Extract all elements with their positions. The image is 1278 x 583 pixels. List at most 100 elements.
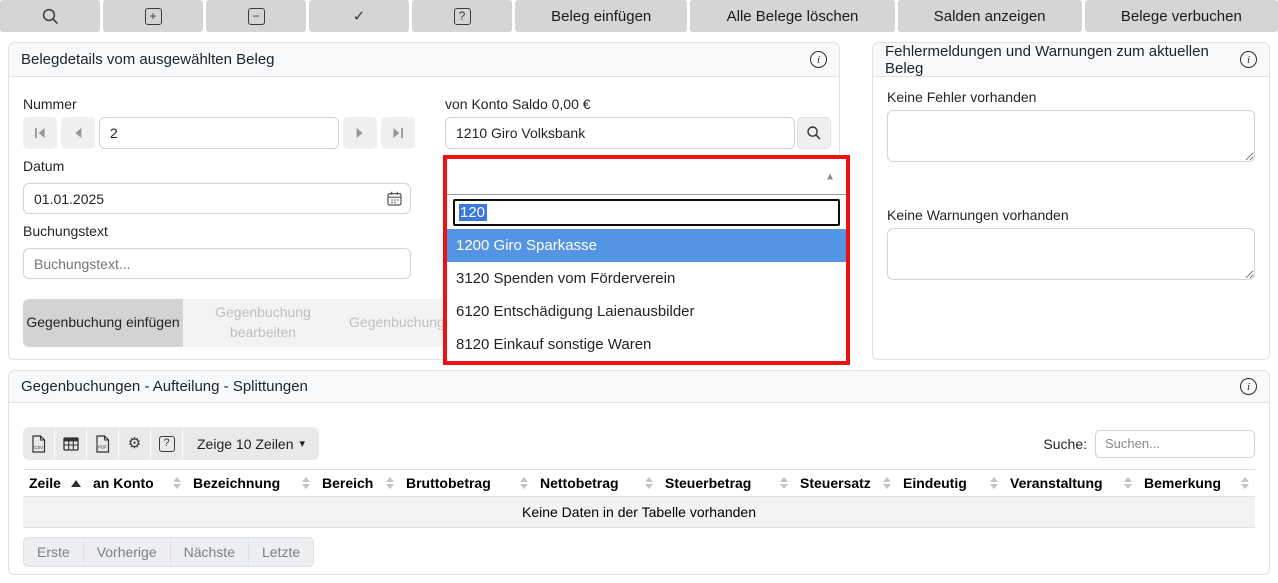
konto-option-6120[interactable]: 6120 Entschädigung Laienausbilder [447,295,846,328]
no-warnings-label: Keine Warnungen vorhanden [887,207,1255,223]
gegenbuchungen-header: Gegenbuchungen - Aufteilung - Splittunge… [9,371,1269,403]
caret-down-icon: ▾ [300,437,306,450]
konto-search-button[interactable] [797,117,831,149]
sort-icon [1241,477,1249,489]
search-icon [806,125,822,141]
konto-dropdown-collapsed-select[interactable]: ▲ [447,159,846,195]
sort-icon [386,477,394,489]
column-header-an-konto[interactable]: an Konto [87,470,187,497]
konto-option-8120[interactable]: 8120 Einkauf sonstige Waren [447,328,846,361]
remove-beleg-toolbar-button[interactable]: − [206,0,306,32]
column-header-bereich[interactable]: Bereich [316,470,400,497]
export-csv-button[interactable]: CSV [23,427,55,460]
beleg-number-input[interactable] [99,117,339,149]
konto-input[interactable] [445,117,795,149]
table-view-button[interactable] [55,427,87,460]
gegenbuchungen-table: Zeile an Konto Bezeichnung Bereich Brutt… [23,469,1255,528]
salden-anzeigen-button[interactable]: Salden anzeigen [898,0,1082,32]
table-search-input[interactable] [1095,430,1255,458]
svg-text:CSV: CSV [34,445,43,450]
sort-icon [302,477,310,489]
buchungstext-input[interactable] [23,248,411,279]
konto-option-3120[interactable]: 3120 Spenden vom Förderverein [447,262,846,295]
check-toolbar-button[interactable]: ✓ [309,0,409,32]
add-beleg-toolbar-button[interactable]: + [103,0,203,32]
last-beleg-button[interactable] [381,117,415,149]
check-icon: ✓ [353,7,366,25]
gegenbuchung-bearbeiten-button: Gegenbuchung bearbeiten [183,299,343,347]
caret-up-icon: ▲ [825,171,835,182]
sort-icon [173,477,181,489]
help-toolbar-button[interactable]: ? [412,0,512,32]
sort-asc-icon [71,480,81,487]
rows-per-page-dropdown[interactable]: Zeige 10 Zeilen ▾ [183,427,319,460]
column-header-steuerbetrag[interactable]: Steuerbetrag [659,470,794,497]
column-header-bruttobetrag[interactable]: Bruttobetrag [400,470,534,497]
column-header-steuersatz[interactable]: Steuersatz [794,470,897,497]
column-header-eindeutig[interactable]: Eindeutig [897,470,1004,497]
gegenbuchung-einfuegen-button[interactable]: Gegenbuchung einfügen [23,299,183,347]
plus-box-icon: + [145,8,162,25]
table-header-row: Zeile an Konto Bezeichnung Bereich Brutt… [23,470,1255,497]
next-beleg-button[interactable] [343,117,377,149]
info-icon[interactable]: i [1240,378,1257,395]
pagination-next-button[interactable]: Nächste [170,537,249,567]
column-header-nettobetrag[interactable]: Nettobetrag [534,470,659,497]
calendar-icon[interactable] [387,191,402,206]
belegdetails-header: Belegdetails vom ausgewählten Beleg i [9,43,839,77]
errors-textarea[interactable] [887,110,1255,162]
info-icon[interactable]: i [1240,51,1257,68]
konto-option-1200[interactable]: 1200 Giro Sparkasse [447,229,846,262]
table-pagination: Erste Vorherige Nächste Letzte [23,537,1255,567]
gear-icon: ⚙ [128,436,141,451]
sort-icon [780,477,788,489]
datum-input[interactable] [23,183,411,214]
search-toolbar-button[interactable] [0,0,100,32]
konto-saldo-label: von Konto Saldo 0,00 € [445,96,831,112]
last-icon [392,127,404,139]
pagination-last-button[interactable]: Letzte [248,537,314,567]
filter-selected-text: 120 [459,204,487,221]
beleg-number-navigator [23,117,417,149]
table-settings-button[interactable]: ⚙ [119,427,151,460]
sort-icon [1124,477,1132,489]
sort-icon [645,477,653,489]
pagination-first-button[interactable]: Erste [23,537,84,567]
messages-header: Fehlermeldungen und Warnungen zum aktuel… [873,43,1269,77]
search-icon [41,7,60,26]
konto-dropdown-filter-input[interactable]: 120 [453,199,840,226]
sort-icon [990,477,998,489]
pagination-previous-button[interactable]: Vorherige [83,537,171,567]
beleg-einfuegen-button[interactable]: Beleg einfügen [515,0,687,32]
next-icon [354,127,366,139]
export-pdf-button[interactable]: PDF [87,427,119,460]
svg-text:PDF: PDF [98,444,107,449]
main-toolbar: + − ✓ ? Beleg einfügen Alle Belege lösch… [0,0,1278,32]
no-errors-label: Keine Fehler vorhanden [887,89,1255,105]
column-header-bemerkung[interactable]: Bemerkung [1138,470,1255,497]
previous-beleg-button[interactable] [61,117,95,149]
table-search-label: Suche: [1043,436,1087,452]
belege-verbuchen-button[interactable]: Belege verbuchen [1085,0,1278,32]
column-header-veranstaltung[interactable]: Veranstaltung [1004,470,1138,497]
previous-icon [72,127,84,139]
app-root: + − ✓ ? Beleg einfügen Alle Belege lösch… [0,0,1278,583]
alle-belege-loeschen-button[interactable]: Alle Belege löschen [690,0,894,32]
gegenbuchungen-title: Gegenbuchungen - Aufteilung - Splittunge… [21,378,308,395]
konto-option-list: 1200 Giro Sparkasse 3120 Spenden vom För… [447,229,846,361]
table-grid-icon [63,437,79,451]
table-empty-row: Keine Daten in der Tabelle vorhanden [23,497,1255,528]
first-beleg-button[interactable] [23,117,57,149]
minus-box-icon: − [248,8,265,25]
sort-icon [883,477,891,489]
csv-file-icon: CSV [31,435,46,453]
column-header-bezeichnung[interactable]: Bezeichnung [187,470,316,497]
nummer-label: Nummer [23,96,417,112]
pdf-file-icon: PDF [95,435,110,453]
warnings-textarea[interactable] [887,228,1255,280]
table-export-button-group: CSV PDF ⚙ [23,427,319,460]
table-help-button[interactable]: ? [151,427,183,460]
info-icon[interactable]: i [810,51,827,68]
column-header-zeile[interactable]: Zeile [23,470,87,497]
table-toolbar: CSV PDF ⚙ [23,427,1255,460]
